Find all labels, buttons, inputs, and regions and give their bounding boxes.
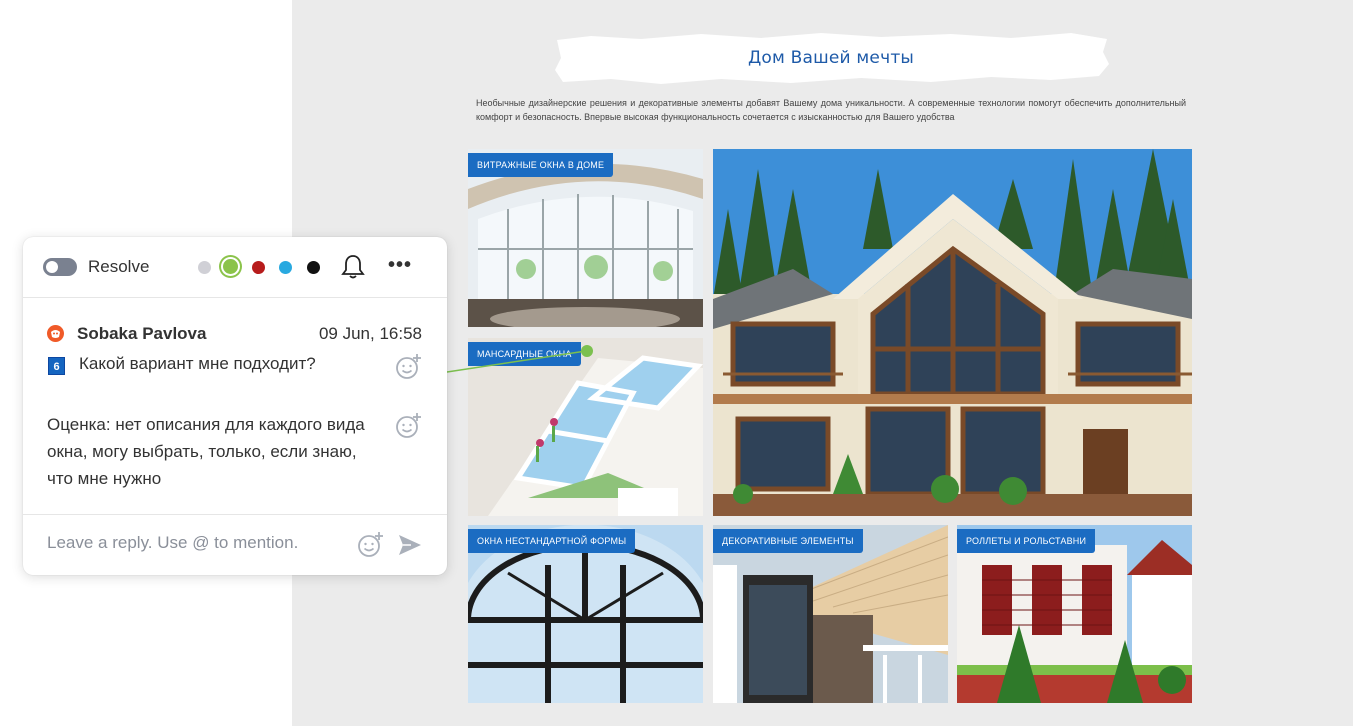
- color-option-red[interactable]: [252, 261, 265, 274]
- send-icon[interactable]: [397, 532, 423, 558]
- page-subtitle: Необычные дизайнерские решения и декорат…: [476, 98, 1186, 122]
- tile-label: РОЛЛЕТЫ И РОЛЬСТАВНИ: [957, 529, 1096, 553]
- page-title: Дом Вашей мечты: [747, 48, 915, 68]
- tile-label: МАНСАРДНЫЕ ОКНА: [468, 342, 581, 366]
- tile-roller-shutters[interactable]: РОЛЛЕТЫ И РОЛЬСТАВНИ: [957, 525, 1192, 703]
- comment-text: Какой вариант мне подходит?: [79, 354, 316, 373]
- tile-label: ОКНА НЕСТАНДАРТНОЙ ФОРМЫ: [468, 529, 636, 553]
- resolve-toggle[interactable]: [43, 258, 77, 276]
- bell-icon[interactable]: [341, 254, 365, 280]
- avatar: [47, 325, 64, 342]
- tile-decorative-elements[interactable]: ДЕКОРАТИВНЫЕ ЭЛЕМЕНТЫ: [713, 525, 948, 703]
- comment-card-header: Resolve •••: [23, 237, 447, 298]
- emoji-add-icon[interactable]: [357, 531, 384, 558]
- title-banner: Дом Вашей мечты: [551, 30, 1111, 86]
- tile-stained-glass[interactable]: ВИТРАЖНЫЕ ОКНА В ДОМЕ: [468, 149, 703, 327]
- color-option-black[interactable]: [307, 261, 320, 274]
- comment-note: Оценка: нет описания для каждого вида ок…: [47, 415, 365, 488]
- emoji-add-icon[interactable]: [395, 412, 422, 439]
- color-option-green[interactable]: [223, 259, 238, 274]
- house-image: [713, 149, 1192, 516]
- reply-row: Leave a reply. Use @ to mention.: [23, 514, 447, 576]
- reply-input[interactable]: Leave a reply. Use @ to mention.: [47, 533, 298, 553]
- resolve-label: Resolve: [88, 257, 150, 276]
- toggle-knob: [46, 261, 58, 273]
- color-option-gray[interactable]: [198, 261, 211, 274]
- comment-timestamp: 09 Jun, 16:58: [318, 324, 422, 343]
- tile-attic-windows[interactable]: МАНСАРДНЫЕ ОКНА: [468, 338, 703, 516]
- comment-card: Resolve ••• Sobaka Pavlova 09 Jun, 16:58…: [23, 237, 447, 575]
- more-horizontal-icon[interactable]: •••: [388, 255, 412, 275]
- tile-house-hero[interactable]: [713, 149, 1192, 516]
- tile-nonstandard-windows[interactable]: ОКНА НЕСТАНДАРТНОЙ ФОРМЫ: [468, 525, 703, 703]
- emoji-add-icon[interactable]: [395, 353, 422, 380]
- dog-avatar-icon: [51, 330, 60, 338]
- tile-label: ВИТРАЖНЫЕ ОКНА В ДОМЕ: [468, 153, 614, 177]
- tile-label: ДЕКОРАТИВНЫЕ ЭЛЕМЕНТЫ: [713, 529, 863, 553]
- comment-author: Sobaka Pavlova: [77, 324, 207, 343]
- color-option-blue[interactable]: [279, 261, 292, 274]
- comment-number-badge: 6: [48, 357, 65, 375]
